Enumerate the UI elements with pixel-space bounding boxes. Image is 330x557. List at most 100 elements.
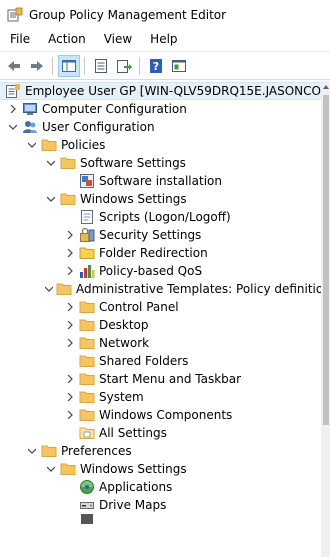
show-hide-tree-button[interactable] [58, 54, 80, 77]
chevron-down-icon[interactable] [45, 460, 57, 478]
tree-item-label: Network [99, 336, 150, 350]
menu-file[interactable]: File [0, 29, 38, 50]
folder-icon [41, 137, 57, 153]
chevron-right-icon[interactable] [64, 370, 76, 388]
tree-item-label: Policy-based QoS [99, 264, 203, 278]
view-icon [172, 59, 186, 72]
tree-item-desktop[interactable]: Desktop [0, 316, 321, 334]
tree-item-scripts[interactable]: Scripts (Logon/Logoff) [0, 208, 321, 226]
tree-item-all-settings[interactable]: All Settings [0, 424, 321, 442]
chevron-right-icon[interactable] [64, 244, 76, 262]
chevron-down-icon[interactable] [45, 154, 57, 172]
folder-icon [60, 191, 76, 207]
tree-item-software-installation[interactable]: Software installation [0, 172, 321, 190]
toolbar-separator [139, 56, 140, 75]
toolbar-separator [52, 56, 53, 75]
tree-item-preferences[interactable]: Preferences [0, 442, 321, 460]
tree-item-label: Windows Settings [80, 462, 187, 476]
software-installation-icon [79, 173, 95, 189]
chevron-right-icon[interactable] [64, 262, 76, 280]
menu-action[interactable]: Action [38, 29, 94, 50]
tree-item-user-configuration[interactable]: User Configuration [0, 118, 321, 136]
users-icon [22, 119, 38, 135]
tree-item-policies[interactable]: Policies [0, 136, 321, 154]
tree-item-folder-redirection[interactable]: Folder Redirection [0, 244, 321, 262]
export-list-button[interactable] [113, 55, 135, 77]
folder-icon [79, 335, 95, 351]
tree-item-network[interactable]: Network [0, 334, 321, 352]
chevron-down-icon[interactable] [45, 190, 57, 208]
export-list-icon [117, 59, 132, 73]
forward-button[interactable] [26, 55, 48, 77]
tree-item-windows-components[interactable]: Windows Components [0, 406, 321, 424]
folder-icon [79, 371, 95, 387]
security-icon [79, 227, 95, 243]
bar-chart-icon [79, 263, 95, 279]
tree-item-label: Applications [99, 480, 173, 494]
chevron-right-icon[interactable] [64, 298, 76, 316]
folder-icon [79, 317, 95, 333]
tree-item-drive-maps[interactable]: Drive Maps [0, 496, 321, 514]
applications-icon [79, 479, 95, 495]
back-button[interactable] [3, 55, 25, 77]
tree-item-software-settings[interactable]: Software Settings [0, 154, 321, 172]
properties-button[interactable] [90, 55, 112, 77]
vertical-scrollbar[interactable] [321, 81, 330, 557]
show-hide-tree-icon [62, 59, 76, 72]
gpme-app-icon [7, 7, 23, 21]
tree-item-start-menu[interactable]: Start Menu and Taskbar [0, 370, 321, 388]
chevron-down-icon[interactable] [7, 118, 19, 136]
tree-item-label: Folder Redirection [99, 246, 208, 260]
forward-icon [31, 60, 43, 71]
chevron-right-icon[interactable] [7, 100, 19, 118]
tree-item-label: Windows Settings [80, 192, 187, 206]
folder-icon [79, 299, 95, 315]
chevron-right-icon[interactable] [64, 406, 76, 424]
chevron-down-icon[interactable] [26, 136, 38, 154]
chevron-right-icon[interactable] [64, 316, 76, 334]
back-icon [8, 60, 20, 71]
tree-item-shared-folders[interactable]: Shared Folders [0, 352, 321, 370]
tree-item-control-panel[interactable]: Control Panel [0, 298, 321, 316]
chevron-down-icon[interactable] [45, 280, 53, 298]
help-button[interactable]: ? [145, 55, 167, 77]
tree-item-pref-windows-settings[interactable]: Windows Settings [0, 460, 321, 478]
chevron-right-icon[interactable] [64, 334, 76, 352]
scrollbar-thumb[interactable] [323, 95, 329, 425]
tree-item-computer-configuration[interactable]: Computer Configuration [0, 100, 321, 118]
folder-icon [56, 281, 72, 297]
tree-item-label: Preferences [61, 444, 132, 458]
tree-item-label: Employee User GP [WIN-QLV59DRQ15E.JASONC… [25, 84, 321, 98]
tree-item-label: Administrative Templates: Policy definit… [76, 282, 321, 296]
svg-text:?: ? [153, 60, 159, 73]
gpo-icon [5, 83, 21, 99]
tree-item-root[interactable]: Employee User GP [WIN-QLV59DRQ15E.JASONC… [0, 82, 321, 100]
view-button[interactable] [168, 55, 190, 77]
computer-icon [22, 101, 38, 117]
tree-item-administrative-templates[interactable]: Administrative Templates: Policy definit… [0, 280, 321, 298]
scroll-up-icon[interactable] [322, 83, 330, 91]
tree-item-security-settings[interactable]: Security Settings [0, 226, 321, 244]
tree-item-policy-based-qos[interactable]: Policy-based QoS [0, 262, 321, 280]
chevron-right-icon[interactable] [64, 226, 76, 244]
tree-item-windows-settings[interactable]: Windows Settings [0, 190, 321, 208]
folder-icon [79, 407, 95, 423]
tree-item-system[interactable]: System [0, 388, 321, 406]
tree-item-partial[interactable] [0, 514, 321, 524]
menu-help[interactable]: Help [140, 29, 185, 50]
tree-item-applications[interactable]: Applications [0, 478, 321, 496]
toolbar: ? [0, 51, 330, 80]
toolbar-separator [84, 56, 85, 75]
folder-icon [79, 353, 95, 369]
chevron-right-icon[interactable] [64, 388, 76, 406]
help-icon: ? [150, 58, 162, 73]
folder-icon [60, 155, 76, 171]
menu-view[interactable]: View [94, 29, 140, 50]
chevron-down-icon[interactable] [26, 442, 38, 460]
menu-bar: File Action View Help [0, 29, 330, 50]
